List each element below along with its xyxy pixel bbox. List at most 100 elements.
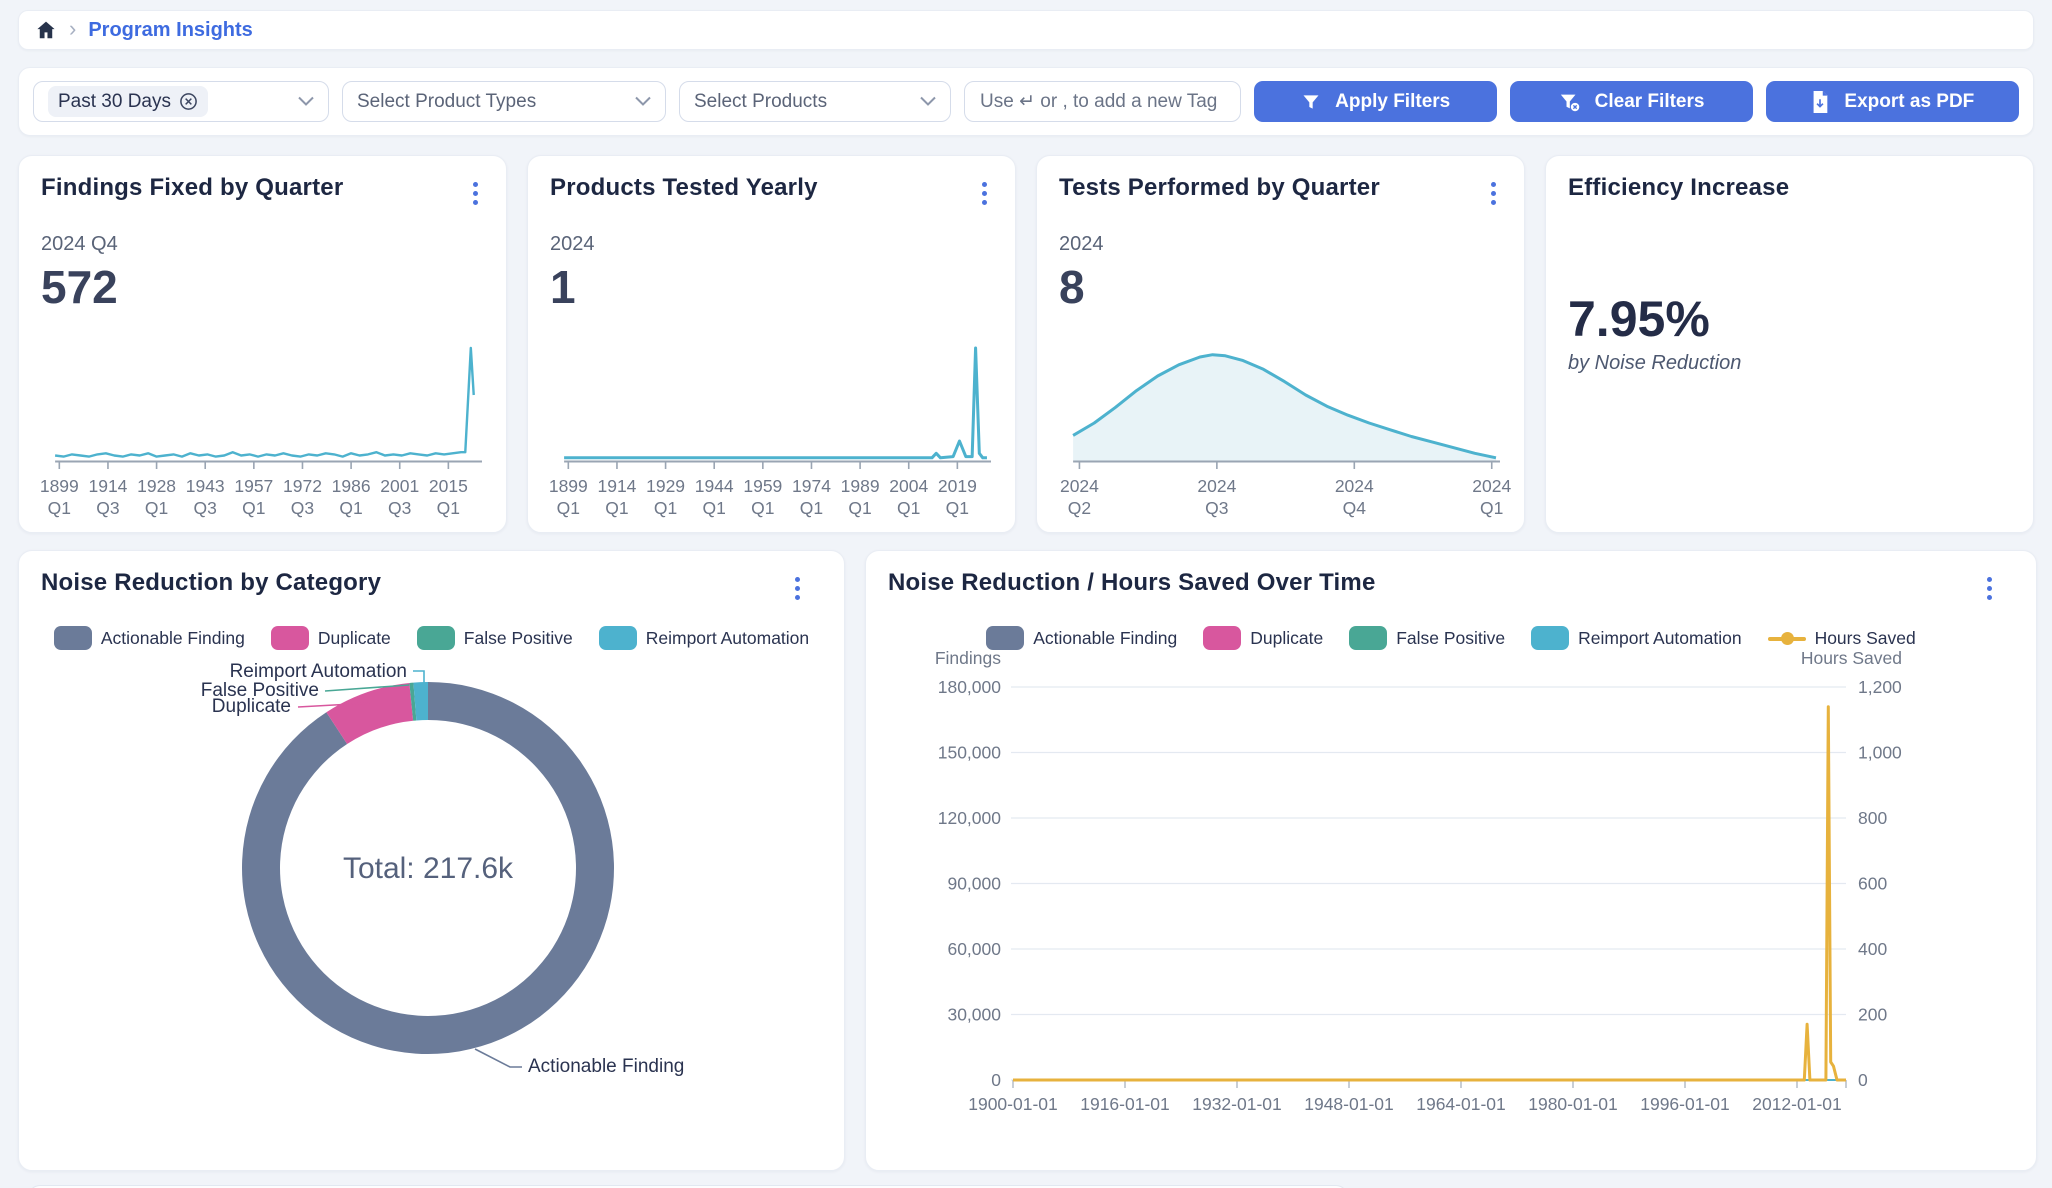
product-types-select[interactable]: Select Product Types (342, 81, 666, 122)
legend-item[interactable]: False Positive (1349, 626, 1505, 650)
series-line-hours-saved (1013, 707, 1846, 1080)
x-tick-label: 1974 Q1 (792, 476, 831, 520)
timeseries-legend: Actionable Finding Duplicate False Positiv… (866, 626, 2036, 650)
legend-label: Hours Saved (1815, 628, 1916, 649)
legend-item[interactable]: Duplicate (271, 626, 391, 650)
card-title: Findings Fixed by Quarter (41, 174, 343, 202)
clear-filters-button[interactable]: Clear Filters (1510, 81, 1752, 122)
x-tick-label: 1972 Q3 (283, 476, 322, 520)
clear-filters-label: Clear Filters (1595, 91, 1705, 113)
area-fill (1073, 355, 1496, 461)
x-axis-labels: 1899 Q11914 Q11929 Q11944 Q11959 Q11974 … (550, 476, 993, 522)
remove-date-filter-icon[interactable] (179, 92, 198, 111)
y-right-axis-title: Hours Saved (1801, 650, 1902, 668)
kebab-menu-icon[interactable] (467, 178, 484, 209)
donut-legend: Actionable Finding Duplicate False Positiv… (19, 626, 844, 650)
donut-chart: Total: 217.6kReimport AutomationFalse Po… (19, 650, 846, 1150)
sparkline-chart (41, 342, 484, 474)
legend-item[interactable]: Reimport Automation (1531, 626, 1741, 650)
x-tick-label: 2001 Q3 (380, 476, 419, 520)
legend-label: Duplicate (1250, 628, 1323, 649)
card-efficiency-increase: Efficiency Increase 7.95% by Noise Reduc… (1545, 155, 2034, 533)
x-tick-label: 2004 Q1 (889, 476, 928, 520)
y-left-tick-label: 120,000 (938, 808, 1002, 828)
series-line (55, 348, 474, 457)
kebab-menu-icon[interactable] (976, 178, 993, 209)
home-icon[interactable] (35, 19, 57, 41)
legend-label: Reimport Automation (646, 628, 809, 649)
x-tick-label: 1989 Q1 (841, 476, 880, 520)
legend-swatch (271, 626, 309, 650)
tag-input[interactable] (964, 81, 1241, 122)
breadcrumb-separator-icon: › (69, 18, 76, 40)
legend-item[interactable]: Actionable Finding (986, 626, 1177, 650)
date-range-select[interactable]: Past 30 Days (33, 81, 329, 122)
x-tick-label: 1964-01-01 (1416, 1094, 1506, 1114)
legend-item[interactable]: Duplicate (1203, 626, 1323, 650)
y-left-axis-title: Findings (935, 650, 1001, 668)
efficiency-value: 7.95% (1568, 290, 2011, 348)
x-tick-label: 1929 Q1 (646, 476, 685, 520)
legend-label: False Positive (464, 628, 573, 649)
y-right-tick-label: 1,200 (1858, 677, 1902, 697)
filter-clear-icon (1559, 91, 1581, 113)
x-tick-label: 1899 Q1 (549, 476, 588, 520)
breadcrumb-current[interactable]: Program Insights (88, 19, 252, 42)
y-right-tick-label: 0 (1858, 1070, 1868, 1090)
x-tick-label: 1900-01-01 (968, 1094, 1058, 1114)
products-select[interactable]: Select Products (679, 81, 951, 122)
kebab-menu-icon[interactable] (1485, 178, 1502, 209)
y-right-tick-label: 200 (1858, 1005, 1887, 1025)
legend-label: False Positive (1396, 628, 1505, 649)
product-types-placeholder: Select Product Types (357, 91, 536, 113)
products-placeholder: Select Products (694, 91, 827, 113)
x-tick-label: 1944 Q1 (695, 476, 734, 520)
legend-item[interactable]: Hours Saved (1768, 626, 1916, 650)
x-tick-label: 1943 Q3 (186, 476, 225, 520)
legend-line-marker (1768, 626, 1806, 650)
x-axis-labels: 1899 Q11914 Q31928 Q11943 Q31957 Q11972 … (41, 476, 484, 522)
kebab-menu-icon[interactable] (789, 573, 806, 604)
x-tick-label: 2012-01-01 (1752, 1094, 1842, 1114)
x-tick-label: 1916-01-01 (1080, 1094, 1170, 1114)
card-title: Efficiency Increase (1568, 174, 1789, 202)
legend-swatch (1203, 626, 1241, 650)
legend-swatch (599, 626, 637, 650)
stat-subtitle: 2024 (1059, 233, 1502, 256)
x-axis-labels: 2024 Q22024 Q32024 Q42024 Q1 (1059, 476, 1502, 522)
x-tick-label: 2024 Q3 (1197, 476, 1236, 520)
card-title: Tests Performed by Quarter (1059, 174, 1380, 202)
y-left-tick-label: 180,000 (938, 677, 1002, 697)
x-tick-label: 1986 Q1 (332, 476, 371, 520)
x-tick-label: 2015 Q1 (429, 476, 468, 520)
apply-filters-label: Apply Filters (1335, 91, 1450, 113)
efficiency-note: by Noise Reduction (1568, 352, 2011, 375)
legend-swatch (986, 626, 1024, 650)
sparkline-chart (550, 342, 993, 474)
stat-subtitle: 2024 (550, 233, 993, 256)
legend-swatch (1531, 626, 1569, 650)
y-right-tick-label: 400 (1858, 939, 1887, 959)
kebab-menu-icon[interactable] (1981, 573, 1998, 604)
card-noise-hours-over-time: Noise Reduction / Hours Saved Over Time … (865, 550, 2037, 1171)
legend-item[interactable]: Reimport Automation (599, 626, 809, 650)
x-tick-label: 1948-01-01 (1304, 1094, 1394, 1114)
x-tick-label: 1914 Q1 (597, 476, 636, 520)
chevron-down-icon (635, 93, 651, 111)
x-tick-label: 2019 Q1 (938, 476, 977, 520)
pdf-file-icon (1810, 91, 1830, 113)
x-tick-label: 2024 Q1 (1472, 476, 1511, 520)
legend-label: Reimport Automation (1578, 628, 1741, 649)
apply-filters-button[interactable]: Apply Filters (1254, 81, 1497, 122)
slice-callout-label: Reimport Automation (230, 661, 407, 682)
x-tick-label: 1899 Q1 (40, 476, 79, 520)
legend-swatch (54, 626, 92, 650)
legend-item[interactable]: False Positive (417, 626, 573, 650)
legend-item[interactable]: Actionable Finding (54, 626, 245, 650)
export-pdf-label: Export as PDF (1844, 91, 1974, 113)
card-findings-fixed: Findings Fixed by Quarter 2024 Q4 572 18… (18, 155, 507, 533)
filter-icon (1301, 92, 1321, 112)
legend-label: Actionable Finding (101, 628, 245, 649)
export-pdf-button[interactable]: Export as PDF (1766, 81, 2019, 122)
y-right-tick-label: 1,000 (1858, 743, 1902, 763)
